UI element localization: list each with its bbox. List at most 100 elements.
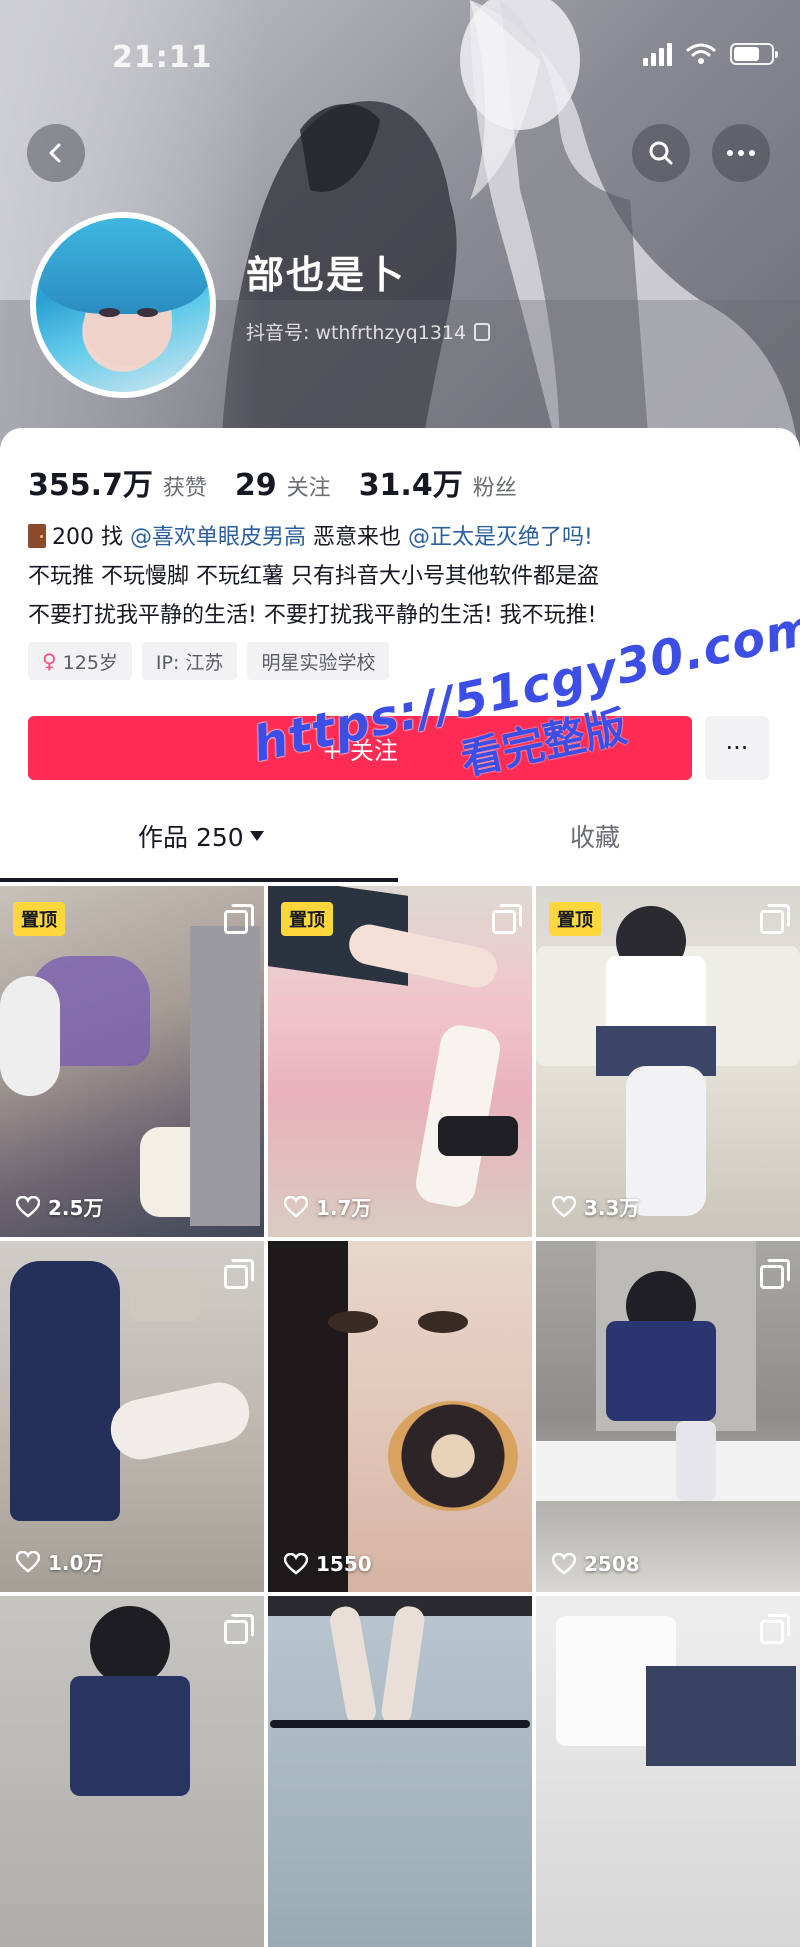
thumbnail-figure bbox=[268, 1241, 348, 1592]
status-icons bbox=[643, 42, 778, 66]
like-count-text: 2508 bbox=[584, 1552, 640, 1576]
stat-following[interactable]: 29 关注 bbox=[235, 468, 331, 503]
status-time: 21:11 bbox=[112, 40, 213, 75]
follow-more-button[interactable]: ··· bbox=[705, 716, 769, 780]
video-thumbnail[interactable]: 置顶 1.7万 bbox=[268, 886, 532, 1237]
stat-followers[interactable]: 31.4万 粉丝 bbox=[359, 460, 517, 504]
bio: 200 找 @喜欢单眼皮男高 恶意来也 @正太是灭绝了吗! 不玩推 不玩慢脚 不… bbox=[28, 518, 778, 635]
signal-icon bbox=[643, 42, 672, 66]
pinned-badge: 置顶 bbox=[13, 902, 65, 936]
thumbnail-figure bbox=[90, 1606, 170, 1686]
tab-favorites[interactable]: 收藏 bbox=[570, 808, 620, 864]
tag-label: IP: 江苏 bbox=[155, 651, 224, 674]
video-thumbnail[interactable]: 1.0万 bbox=[0, 1241, 264, 1592]
thumbnail-figure bbox=[418, 1311, 468, 1333]
active-tab-indicator bbox=[0, 878, 398, 882]
bio-text: 恶意来也 bbox=[313, 525, 402, 550]
content-tabs: 作品 250 收藏 bbox=[0, 808, 800, 868]
like-count: 1.0万 bbox=[16, 1547, 103, 1576]
follow-button[interactable]: + 关注 bbox=[28, 716, 692, 780]
search-icon bbox=[649, 141, 673, 165]
caret-down-icon bbox=[249, 831, 264, 841]
stat-value: 31.4万 bbox=[358, 468, 463, 503]
thumbnail-figure bbox=[676, 1421, 716, 1501]
avatar-eye-right bbox=[136, 308, 158, 318]
stat-label: 获赞 bbox=[162, 476, 207, 501]
heart-icon bbox=[16, 1195, 40, 1218]
stat-value: 355.7万 bbox=[28, 468, 153, 503]
like-count: 1550 bbox=[284, 1552, 372, 1576]
stat-value: 29 bbox=[234, 468, 277, 503]
like-count: 3.3万 bbox=[552, 1192, 639, 1221]
thumbnail-figure bbox=[190, 926, 260, 1226]
multi-image-icon bbox=[224, 1614, 254, 1644]
tag-school[interactable]: 明星实验学校 bbox=[247, 642, 390, 680]
home-indicator[interactable] bbox=[270, 1720, 530, 1728]
heart-icon bbox=[16, 1550, 40, 1573]
tab-works[interactable]: 作品 250 bbox=[138, 808, 264, 864]
thumbnail-figure bbox=[646, 1666, 796, 1766]
heart-icon bbox=[552, 1195, 576, 1218]
thumbnail-figure bbox=[536, 1441, 800, 1501]
avatar-hair bbox=[36, 218, 210, 314]
copy-icon[interactable] bbox=[474, 322, 491, 341]
heart-icon bbox=[284, 1553, 308, 1575]
mention-link[interactable]: @喜欢单眼皮男高 bbox=[130, 525, 306, 550]
like-count-text: 1.0万 bbox=[48, 1551, 104, 1575]
back-arrow-icon bbox=[49, 143, 61, 163]
multi-image-icon bbox=[492, 904, 522, 934]
stat-likes[interactable]: 355.7万 获赞 bbox=[28, 460, 207, 504]
tag-label: 125岁 bbox=[62, 651, 118, 674]
thumbnail-figure bbox=[438, 1116, 518, 1156]
like-count-text: 3.3万 bbox=[584, 1196, 640, 1220]
video-thumbnail[interactable]: 2508 bbox=[536, 1241, 800, 1592]
mention-link[interactable]: @正太是灭绝了吗! bbox=[408, 525, 593, 550]
like-count-text: 2.5万 bbox=[48, 1196, 104, 1220]
video-thumbnail[interactable] bbox=[536, 1596, 800, 1947]
back-button[interactable] bbox=[27, 124, 85, 182]
video-thumbnail[interactable] bbox=[268, 1596, 532, 1947]
nickname: 部也是卜 bbox=[246, 253, 407, 297]
thumbnail-figure bbox=[130, 1271, 200, 1321]
multi-image-icon bbox=[760, 1259, 790, 1289]
profile-info-card: 355.7万 获赞 29 关注 31.4万 粉丝 200 找 @喜欢单眼皮男高 … bbox=[0, 428, 800, 882]
tab-label: 收藏 bbox=[570, 823, 621, 852]
heart-icon bbox=[284, 1195, 308, 1218]
avatar[interactable] bbox=[30, 212, 216, 398]
like-count-text: 1.7万 bbox=[316, 1196, 372, 1220]
multi-image-icon bbox=[224, 904, 254, 934]
multi-image-icon bbox=[760, 1614, 790, 1644]
like-count: 2.5万 bbox=[16, 1192, 103, 1221]
douyin-id-text: 抖音号: wthfrthzyq1314 bbox=[246, 322, 467, 344]
female-icon: ♀ bbox=[42, 649, 57, 673]
douyin-id[interactable]: 抖音号: wthfrthzyq1314 bbox=[246, 318, 491, 345]
bio-text: 200 找 bbox=[52, 525, 123, 550]
stat-label: 粉丝 bbox=[472, 476, 517, 501]
pinned-badge: 置顶 bbox=[281, 902, 333, 936]
video-thumbnail[interactable]: 置顶 2.5万 bbox=[0, 886, 264, 1237]
like-count-text: 1550 bbox=[316, 1552, 372, 1576]
battery-icon bbox=[730, 43, 778, 65]
video-thumbnail[interactable] bbox=[0, 1596, 264, 1947]
tag-age: ♀ 125岁 bbox=[28, 642, 132, 680]
thumbnail-figure bbox=[606, 1321, 716, 1421]
thumbnail-figure bbox=[0, 976, 60, 1096]
tag-ip: IP: 江苏 bbox=[141, 642, 238, 680]
video-thumbnail[interactable]: 置顶 3.3万 bbox=[536, 886, 800, 1237]
door-emoji-icon bbox=[28, 524, 46, 548]
more-dots-icon bbox=[727, 150, 755, 156]
stat-label: 关注 bbox=[286, 476, 331, 501]
tag-label: 明星实验学校 bbox=[261, 651, 376, 674]
thumbnail-figure bbox=[10, 1261, 120, 1521]
like-count: 1.7万 bbox=[284, 1192, 371, 1221]
more-options-button[interactable] bbox=[712, 124, 770, 182]
video-thumbnail[interactable]: 1550 bbox=[268, 1241, 532, 1592]
thumbnail-figure bbox=[328, 1311, 378, 1333]
search-button[interactable] bbox=[632, 124, 690, 182]
bio-line-3: 不要打扰我平静的生活! 不要打扰我平静的生活! 我不玩推! bbox=[28, 603, 597, 628]
thumbnail-figure bbox=[388, 1401, 518, 1511]
multi-image-icon bbox=[224, 1259, 254, 1289]
tab-label: 作品 250 bbox=[138, 823, 244, 852]
wifi-icon bbox=[686, 43, 716, 64]
profile-tags: ♀ 125岁 IP: 江苏 明星实验学校 bbox=[28, 642, 390, 680]
